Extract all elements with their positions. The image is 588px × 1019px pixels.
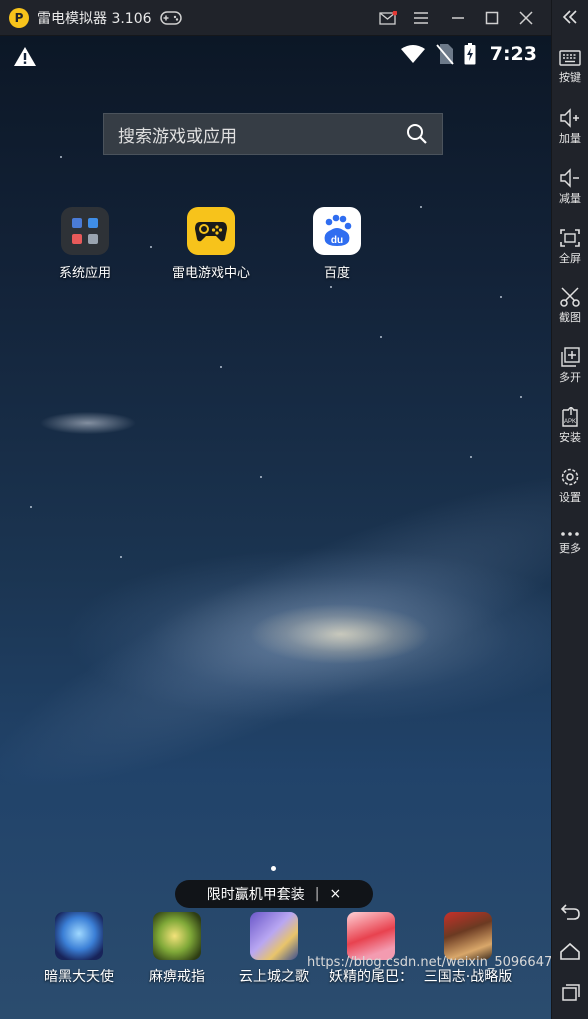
sidebar-label: 按键 (559, 71, 581, 84)
game-icon (444, 912, 492, 960)
screenshot-button[interactable]: 截图 (552, 287, 588, 325)
emulator-titlebar: P 雷电模拟器 3.106 (0, 0, 588, 36)
volume-up-button[interactable]: 加量 (552, 108, 588, 146)
promo-text: 限时赢机甲套装 (206, 887, 305, 903)
app-label: 雷电游戏中心 (171, 266, 250, 281)
gamepad-icon[interactable] (159, 10, 182, 25)
multi-window-icon (561, 347, 580, 367)
status-clock: 7:23 (489, 43, 537, 65)
ldplayer-logo-icon: P (9, 7, 29, 28)
apk-install-icon: APK (562, 407, 578, 427)
app-ld-game-center[interactable]: 雷电游戏中心 (151, 207, 271, 281)
game-icon (55, 912, 103, 960)
app-system-apps[interactable]: 系统应用 (25, 207, 145, 281)
game-icon (153, 912, 201, 960)
search-icon[interactable] (406, 123, 428, 145)
sidebar-label: 加量 (559, 132, 581, 145)
wifi-icon (400, 45, 425, 63)
emulator-sidebar: 按键 加量 减量 全屏 截图 多开 APK 安装 设置 更多 (551, 0, 588, 1019)
watermark-url: https://blog.csdn.net/weixin_50966475 (307, 955, 561, 970)
gear-icon (561, 468, 579, 486)
settings-button[interactable]: 设置 (552, 467, 588, 505)
menu-icon[interactable] (405, 0, 437, 36)
game-icon (250, 912, 298, 960)
warning-icon (14, 47, 36, 66)
game-icon (347, 912, 395, 960)
dock-label: 暗黑大天使 (44, 969, 114, 985)
sidebar-label: 截图 (559, 311, 581, 324)
page-indicator-dot (271, 866, 276, 871)
baidu-paw-icon: du (313, 207, 361, 255)
window-title: 雷电模拟器 3.106 (37, 10, 152, 27)
folder-icon (61, 207, 109, 255)
promo-banner[interactable]: 限时赢机甲套装 | × (175, 880, 373, 908)
android-screen[interactable]: 7:23 搜索游戏或应用 系统应用 雷电游戏中心 du 百度 限时赢机甲套装 |… (0, 36, 551, 1019)
collapse-sidebar-button[interactable] (552, 8, 588, 26)
home-icon (560, 942, 580, 960)
status-bar: 7:23 (0, 36, 551, 78)
search-placeholder: 搜索游戏或应用 (118, 126, 237, 147)
sidebar-label: 设置 (559, 491, 581, 504)
volume-up-icon (560, 108, 579, 128)
wallpaper-galaxy (0, 420, 551, 842)
svg-text:APK: APK (564, 419, 576, 425)
sidebar-label: 全屏 (559, 252, 581, 265)
sidebar-label: 多开 (559, 371, 581, 384)
recent-apps-button[interactable] (552, 982, 588, 1002)
dock-app-sanguozhi[interactable]: 三国志·战略版 (418, 912, 518, 986)
app-label: 百度 (323, 266, 350, 281)
install-apk-button[interactable]: APK 安装 (552, 407, 588, 445)
promo-close-icon[interactable]: × (329, 886, 341, 902)
maximize-icon[interactable] (476, 0, 508, 36)
battery-charging-icon (464, 43, 476, 65)
keymapping-button[interactable]: 按键 (552, 49, 588, 85)
svg-text:du: du (331, 235, 343, 246)
dock-app-mabi[interactable]: 麻痹戒指 (127, 912, 227, 986)
dock-app-anhei[interactable]: 暗黑大天使 (29, 912, 129, 986)
close-icon[interactable] (510, 0, 542, 36)
gamepad-icon (187, 207, 235, 255)
scissors-icon (560, 287, 580, 307)
more-dots-icon (561, 532, 579, 536)
promo-separator: | (314, 886, 320, 902)
no-sim-icon (436, 44, 454, 65)
fullscreen-button[interactable]: 全屏 (552, 228, 588, 266)
home-button[interactable] (552, 942, 588, 960)
sidebar-label: 减量 (559, 192, 581, 205)
volume-down-icon (560, 168, 579, 188)
fullscreen-icon (560, 229, 580, 247)
more-button[interactable]: 更多 (552, 530, 588, 556)
sidebar-label: 安装 (559, 431, 581, 444)
recent-apps-icon (562, 984, 580, 1001)
mail-icon[interactable] (372, 0, 404, 36)
search-bar[interactable]: 搜索游戏或应用 (103, 113, 443, 155)
dock-app-fairytail[interactable]: 妖精的尾巴： (321, 912, 421, 986)
multi-instance-button[interactable]: 多开 (552, 347, 588, 385)
back-arrow-icon (560, 904, 580, 920)
keyboard-icon (559, 50, 581, 66)
sidebar-label: 更多 (559, 542, 581, 555)
back-button[interactable] (552, 902, 588, 920)
dock-label: 麻痹戒指 (149, 969, 205, 985)
app-label: 系统应用 (58, 266, 111, 281)
dock-app-yunshangcheng[interactable]: 云上城之歌 (224, 912, 324, 986)
app-baidu[interactable]: du 百度 (277, 207, 397, 281)
double-chevron-left-icon (562, 10, 577, 24)
minimize-icon[interactable] (442, 0, 474, 36)
volume-down-button[interactable]: 减量 (552, 168, 588, 206)
